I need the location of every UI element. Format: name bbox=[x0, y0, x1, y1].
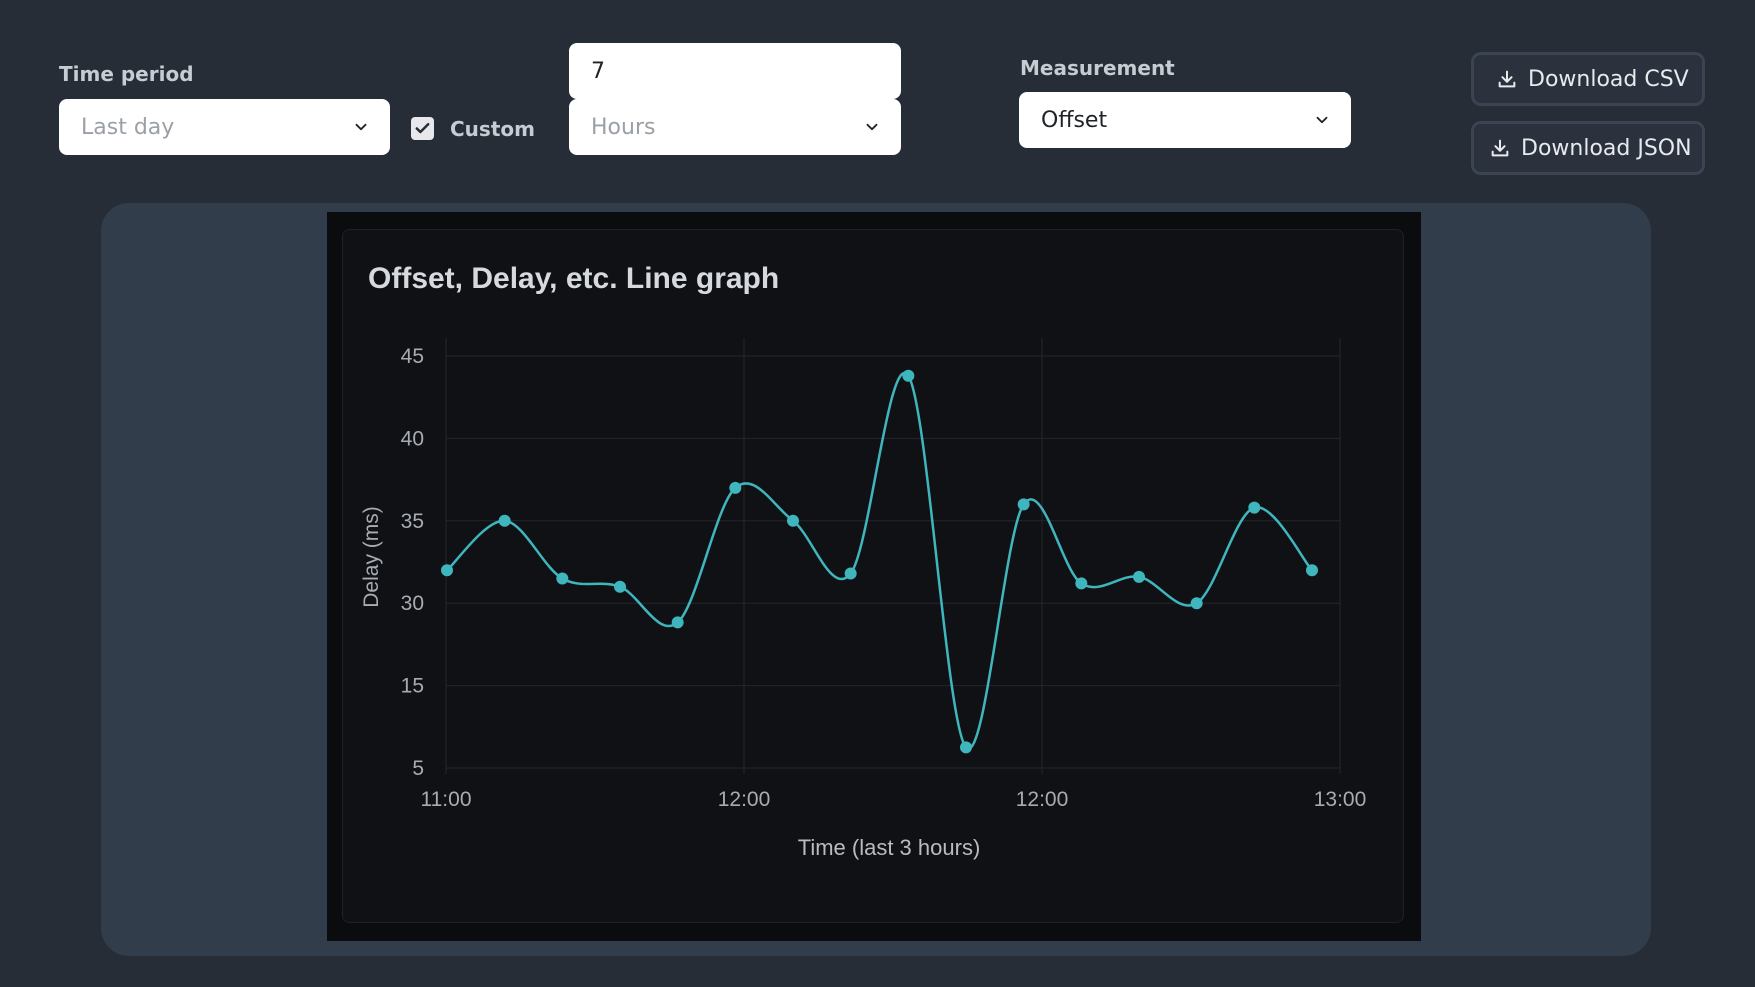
measurement-select[interactable]: Offset bbox=[1019, 92, 1351, 148]
chevron-down-icon bbox=[1316, 116, 1328, 124]
measurement-label: Measurement bbox=[1020, 56, 1175, 80]
time-period-label: Time period bbox=[59, 62, 194, 86]
download-csv-label: Download CSV bbox=[1528, 66, 1689, 92]
custom-amount-value: 7 bbox=[591, 58, 605, 84]
custom-unit-select[interactable]: Hours bbox=[569, 99, 901, 155]
measurement-value: Offset bbox=[1041, 107, 1108, 133]
download-icon bbox=[1491, 139, 1509, 157]
download-json-label: Download JSON bbox=[1521, 135, 1692, 161]
time-period-select[interactable]: Last day bbox=[59, 99, 390, 155]
chevron-down-icon bbox=[355, 123, 367, 131]
chevron-down-icon bbox=[866, 123, 878, 131]
time-period-value: Last day bbox=[81, 114, 175, 140]
check-icon bbox=[415, 123, 430, 134]
custom-unit-value: Hours bbox=[591, 114, 656, 140]
chart-title: Offset, Delay, etc. Line graph bbox=[368, 262, 780, 295]
custom-label: Custom bbox=[450, 117, 535, 141]
download-csv-button[interactable]: Download CSV bbox=[1471, 52, 1705, 106]
custom-amount-input[interactable]: 7 bbox=[569, 43, 901, 99]
download-json-button[interactable]: Download JSON bbox=[1471, 121, 1705, 175]
chart-card bbox=[342, 229, 1404, 923]
download-icon bbox=[1498, 70, 1516, 88]
custom-checkbox[interactable] bbox=[411, 117, 434, 140]
